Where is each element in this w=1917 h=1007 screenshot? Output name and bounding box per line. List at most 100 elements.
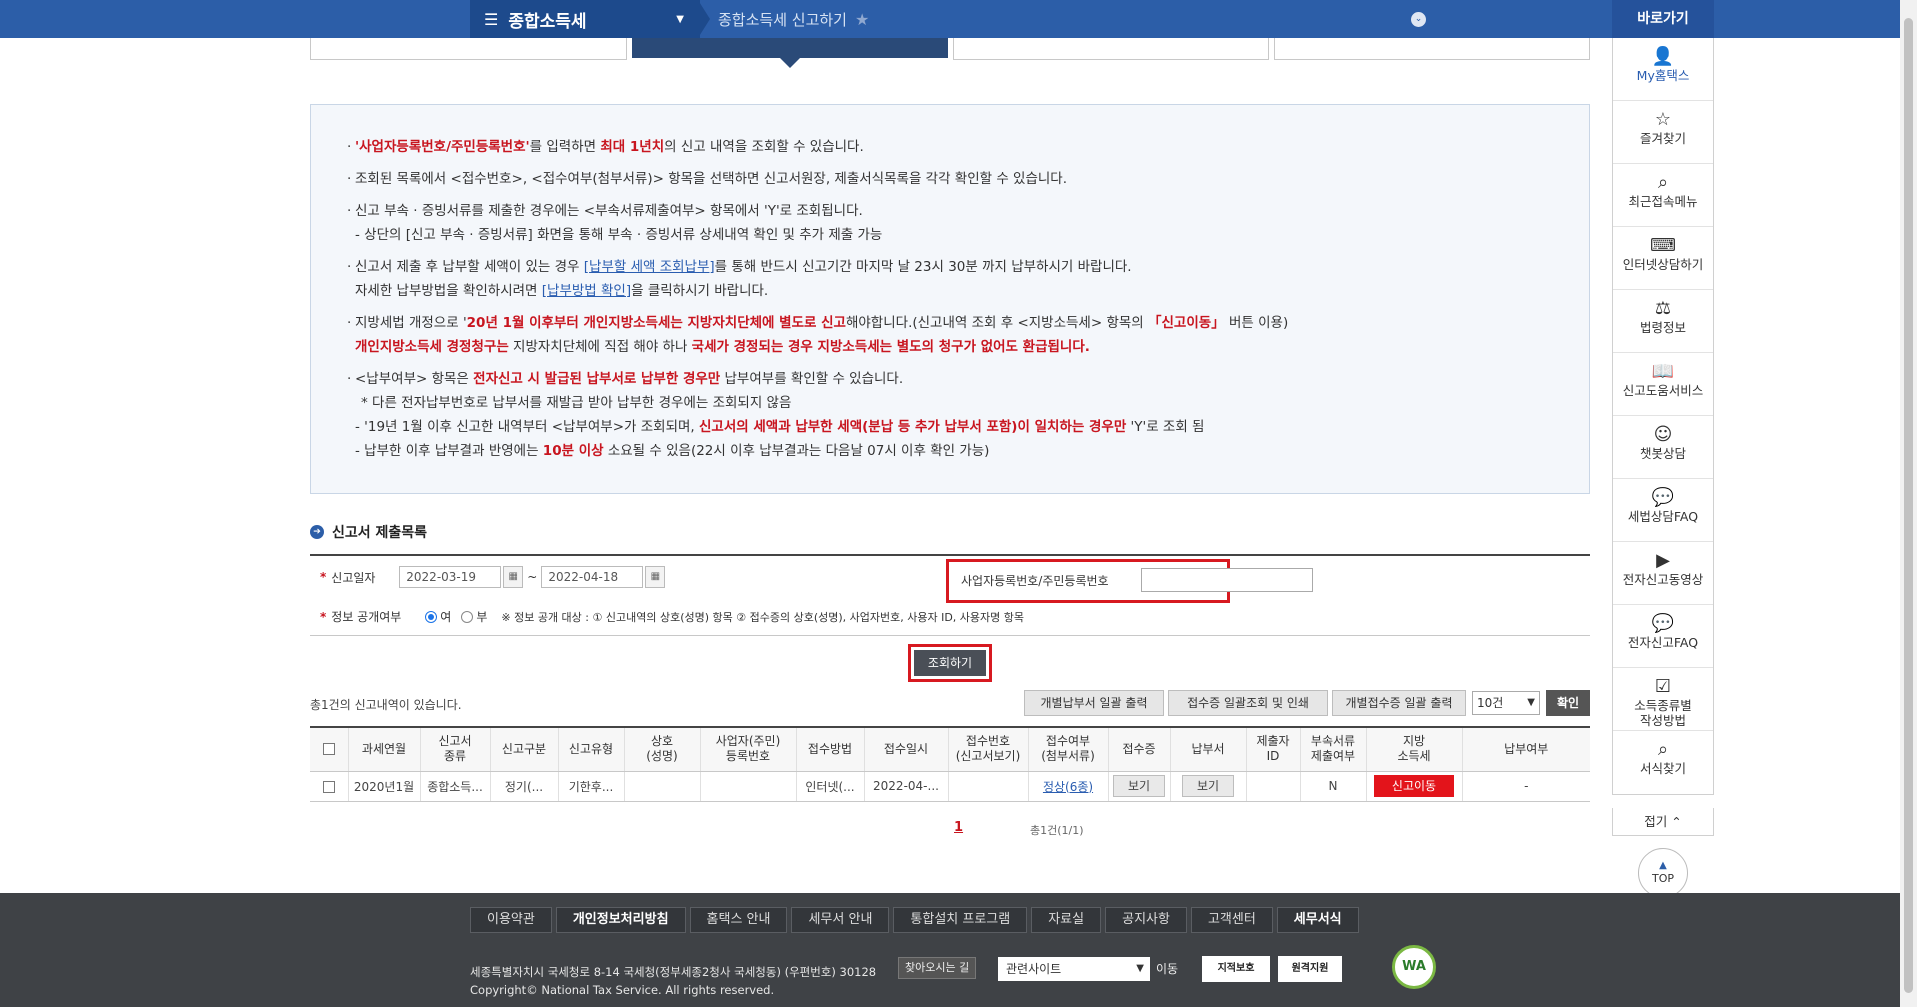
- page-total: 총1건(1/1): [1030, 824, 1084, 837]
- calendar-icon[interactable]: ▦: [503, 566, 524, 588]
- laptop-icon: ⌨: [1650, 235, 1676, 256]
- quick-recent[interactable]: ⌕ 최근접속메뉴: [1613, 164, 1713, 227]
- chat-bubble-icon: 💬: [1651, 487, 1675, 508]
- tab-box-1[interactable]: [310, 38, 627, 60]
- cell-regno: [699, 771, 796, 802]
- status-link[interactable]: 정상(6종): [1043, 780, 1093, 794]
- col-header: 부속서류 제출여부: [1299, 727, 1366, 772]
- chevron-down-icon: ▼: [1527, 697, 1535, 708]
- breadcrumb-current[interactable]: 종합소득세 신고하기 ★: [718, 0, 869, 38]
- footer-link-hometax-guide[interactable]: 홈택스 안내: [689, 907, 788, 933]
- cell-datetime: 2022-04-...: [863, 771, 948, 802]
- page-size-select[interactable]: 10건 ▼: [1472, 691, 1540, 715]
- move-button[interactable]: 이동: [1156, 957, 1178, 981]
- date-row: * 신고일자 ▦ ~ ▦: [320, 566, 666, 588]
- filing-table: 과세연월 신고서 종류 신고구분 신고유형 상호 (성명) 사업자(주민) 등록…: [310, 726, 1590, 802]
- footer-link-install[interactable]: 통합설치 프로그램: [893, 907, 1028, 933]
- bulk-bill-print-button[interactable]: 개별납부서 일괄 출력: [1024, 690, 1164, 716]
- quick-favorites[interactable]: ☆ 즐겨찾기: [1613, 101, 1713, 164]
- footer-link-support[interactable]: 고객센터: [1190, 907, 1273, 933]
- receipt-bulk-print-button[interactable]: 접수증 일괄조회 및 인쇄: [1168, 690, 1328, 716]
- col-header: 접수증: [1107, 727, 1170, 772]
- quick-consult[interactable]: ⌨ 인터넷상담하기: [1613, 227, 1713, 290]
- date-from-input[interactable]: [399, 566, 502, 588]
- quick-fold-button[interactable]: 접기 ⌃: [1612, 808, 1714, 836]
- bizno-input[interactable]: [1141, 568, 1313, 592]
- tab-active[interactable]: [632, 38, 948, 58]
- quick-form-search[interactable]: ⌕ 서식찾기: [1613, 731, 1713, 794]
- bizno-label: 사업자등록번호/주민등록번호: [961, 574, 1109, 588]
- page-1-link[interactable]: 1: [954, 820, 963, 835]
- col-header: 납부서: [1169, 727, 1246, 772]
- col-header: 신고유형: [557, 727, 624, 772]
- receipt-view-button[interactable]: 보기: [1113, 775, 1165, 797]
- scroll-top-button[interactable]: ▲ TOP: [1638, 848, 1688, 898]
- cell-submitter: [1245, 771, 1300, 802]
- footer-link-archive[interactable]: 자료실: [1031, 907, 1102, 933]
- col-header: 접수여부 (첨부서류): [1027, 727, 1108, 772]
- quick-law[interactable]: ⚖ 법령정보: [1613, 290, 1713, 353]
- confirm-button[interactable]: 확인: [1546, 690, 1590, 716]
- book-icon: 📖: [1651, 361, 1675, 382]
- public-label: 정보 공개여부: [331, 610, 402, 624]
- section-title: ➔ 신고서 제출목록: [310, 522, 427, 542]
- menu-dropdown-income-tax[interactable]: ☰ 종합소득세 ▼: [470, 0, 700, 38]
- hamburger-icon: ☰: [484, 9, 499, 29]
- search-form: * 신고일자 ▦ ~ ▦ * 정보 공개여부 여 부 ※ 정보 공개 대상 : …: [310, 554, 1590, 636]
- bizno-highlight: 사업자등록번호/주민등록번호: [946, 559, 1313, 603]
- favorite-star-icon[interactable]: ★: [855, 10, 869, 29]
- col-header: 접수방법: [795, 727, 864, 772]
- footer-link-tax-forms[interactable]: 세무서식: [1276, 907, 1359, 933]
- date-to-input[interactable]: [541, 566, 644, 588]
- row-checkbox[interactable]: [322, 780, 335, 793]
- col-header: 접수일시: [863, 727, 948, 772]
- footer-link-notice[interactable]: 공지사항: [1105, 907, 1187, 933]
- quick-efile-faq[interactable]: 💬 전자신고FAQ: [1613, 605, 1713, 668]
- scrollbar-thumb[interactable]: [1904, 18, 1913, 993]
- directions-button[interactable]: 찾아오시는 길: [898, 957, 977, 979]
- cell-receipt-no[interactable]: [947, 771, 1028, 802]
- radio-yes[interactable]: [425, 610, 438, 623]
- cell-channel: 인터넷(...: [795, 771, 864, 802]
- logo-ip-protection[interactable]: 지적보호: [1202, 956, 1270, 982]
- cell-kind: 정기(...: [489, 771, 558, 802]
- public-note: ※ 정보 공개 대상 : ① 신고내역의 상호(성명) 항목 ② 접수증의 상호…: [501, 610, 1025, 624]
- bill-view-button[interactable]: 보기: [1182, 775, 1234, 797]
- individual-receipt-print-button[interactable]: 개별접수증 일괄 출력: [1332, 690, 1466, 716]
- quick-help-service[interactable]: 📖 신고도움서비스: [1613, 353, 1713, 416]
- quick-guide-by-type[interactable]: ☑ 소득종류별 작성방법: [1613, 668, 1713, 731]
- breadcrumb-separator: [698, 0, 710, 38]
- expand-chevron-icon[interactable]: ⌄: [1411, 12, 1426, 27]
- footer-nav: 이용약관 개인정보처리방침 홈택스 안내 세무서 안내 통합설치 프로그램 자료…: [470, 907, 1363, 933]
- footer-link-privacy[interactable]: 개인정보처리방침: [555, 907, 686, 933]
- quick-chatbot[interactable]: ☺ 챗봇상담: [1613, 416, 1713, 479]
- footer-link-office-guide[interactable]: 세무서 안내: [791, 907, 890, 933]
- radio-no[interactable]: [461, 610, 474, 623]
- tab-box-4[interactable]: [1274, 38, 1590, 60]
- quick-menu-title: 바로가기: [1612, 0, 1714, 38]
- notice-item-2: 조회된 목록에서 <접수번호>, <접수여부(첨부서류)> 항목을 선택하면 신…: [347, 167, 1553, 191]
- select-all-checkbox[interactable]: [322, 743, 335, 756]
- search-button[interactable]: 조회하기: [914, 650, 986, 676]
- pay-tax-link[interactable]: [납부할 세액 조회납부]: [584, 259, 715, 275]
- chat-bubble-icon: 💬: [1651, 613, 1675, 634]
- tab-box-3[interactable]: [953, 38, 1269, 60]
- pay-method-link[interactable]: [납부방법 확인]: [542, 283, 631, 299]
- col-header: 신고서 종류: [419, 727, 490, 772]
- col-header: 상호 (성명): [623, 727, 700, 772]
- calendar-icon[interactable]: ▦: [645, 566, 666, 588]
- cell-paid: -: [1461, 771, 1590, 802]
- quick-my-hometax[interactable]: 👤 My홈택스: [1613, 38, 1713, 101]
- col-header: 지방 소득세: [1365, 727, 1462, 772]
- quick-tax-faq[interactable]: 💬 세법상담FAQ: [1613, 479, 1713, 542]
- footer-address: 세종특별자치시 국세청로 8-14 국세청(정부세종2청사 국세청동) (우편번…: [470, 965, 877, 997]
- footer-link-terms[interactable]: 이용약관: [470, 907, 552, 933]
- search-icon: ⌕: [1657, 739, 1669, 760]
- scrollbar[interactable]: [1900, 0, 1917, 1007]
- chevron-down-icon: ▼: [1136, 963, 1144, 974]
- quick-video[interactable]: ▶ 전자신고동영상: [1613, 542, 1713, 605]
- logo-remote-support[interactable]: 원격지원: [1278, 956, 1342, 982]
- local-tax-move-button[interactable]: 신고이동: [1374, 775, 1454, 797]
- related-sites-select[interactable]: 관련사이트 ▼: [998, 957, 1150, 981]
- cell-type: 종합소득...: [419, 771, 490, 802]
